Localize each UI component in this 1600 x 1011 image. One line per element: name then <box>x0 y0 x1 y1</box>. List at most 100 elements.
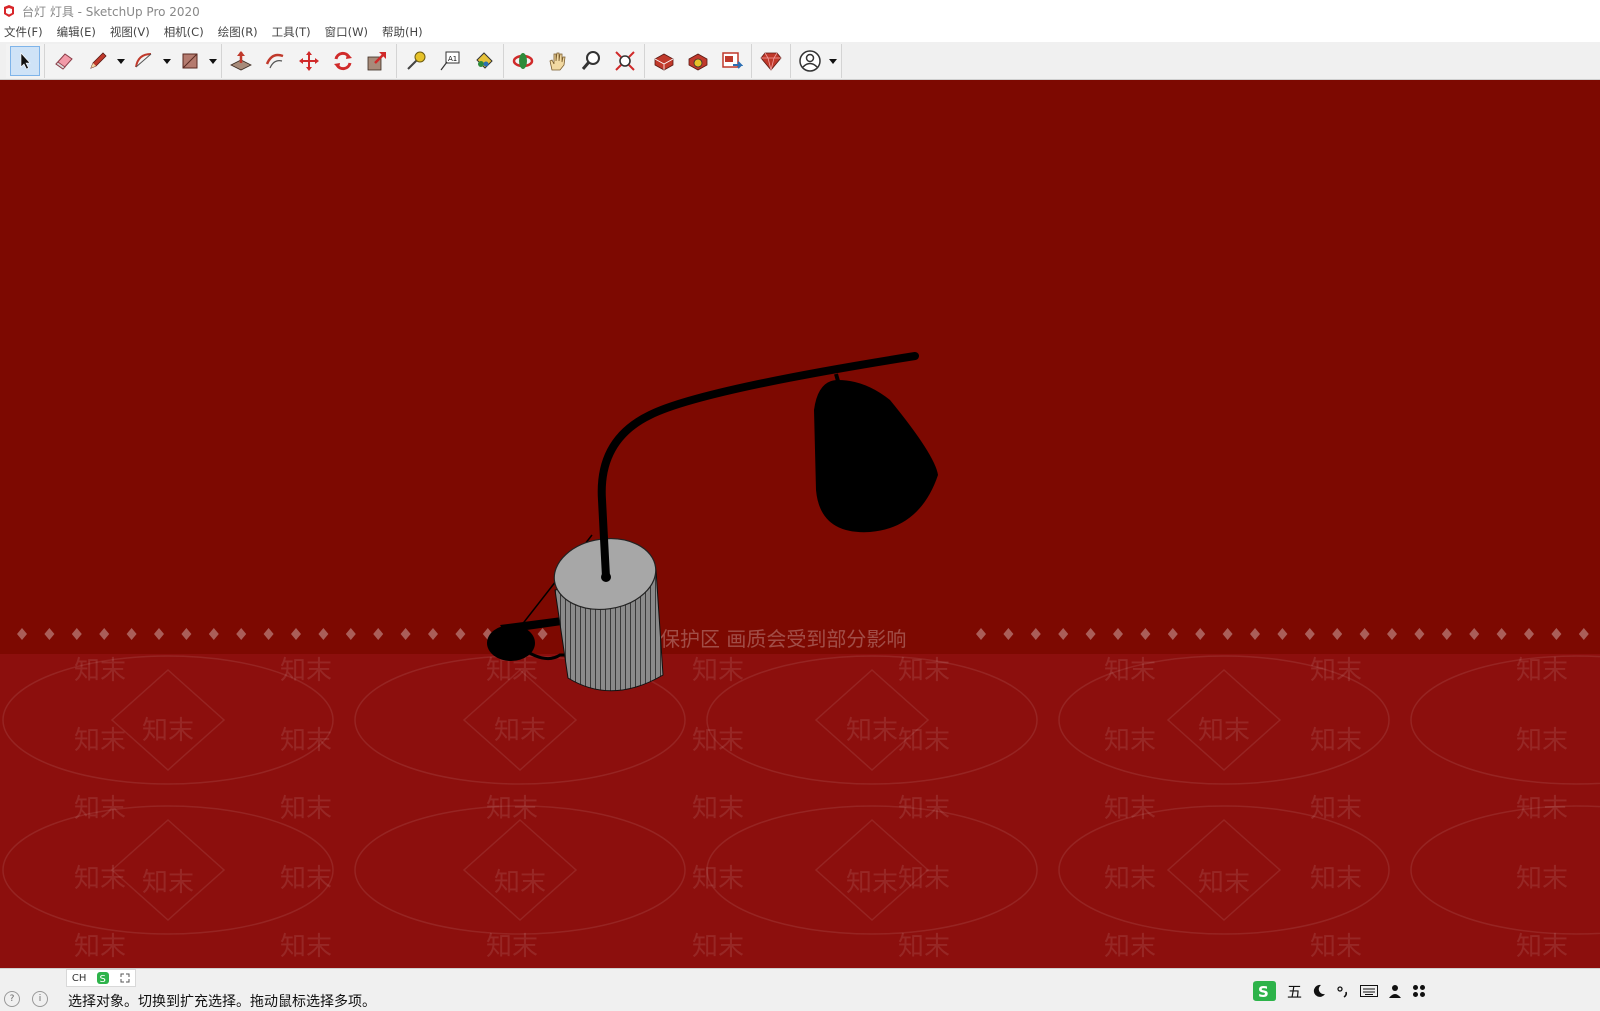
status-message: 选择对象。切换到扩充选择。拖动鼠标选择多项。 <box>68 994 376 1010</box>
layout-icon <box>722 51 743 69</box>
lamp-arm-joint <box>601 572 611 582</box>
push-pull-icon <box>230 50 252 70</box>
sketchup-window: 台灯 灯具 - SketchUp Pro 2020 文件(F) 编辑(E) 视图… <box>0 0 1600 1011</box>
status-bar: CH S ? i 选择对象。切换到扩充选择。拖动鼠标选择多项。 S 五 <box>0 968 1600 1011</box>
punctuation-icon[interactable] <box>1336 984 1350 998</box>
menu-bar: 文件(F) 编辑(E) 视图(V) 相机(C) 绘图(R) 工具(T) 窗口(W… <box>0 22 1600 42</box>
ruby-icon <box>760 52 782 71</box>
sogou-ime-icon: S <box>97 972 110 985</box>
scale-icon <box>367 51 386 70</box>
menu-window[interactable]: 窗口(W) <box>325 24 368 40</box>
keyboard-icon[interactable] <box>1360 985 1379 997</box>
sketchup-logo-icon <box>4 5 14 17</box>
toolbar-group-account <box>791 43 842 78</box>
ime-mode-label[interactable]: 五 <box>1287 981 1302 1002</box>
desk-lamp-model <box>487 352 938 692</box>
arc-dropdown-button[interactable] <box>161 46 173 76</box>
toolbar-group-ruby <box>752 43 791 78</box>
zoom-icon <box>581 50 600 70</box>
rotate-icon <box>334 51 352 70</box>
chevron-down-icon <box>163 58 171 64</box>
toolbar-group-modify <box>222 43 397 78</box>
rectangle-dropdown-button[interactable] <box>207 46 219 76</box>
extension-warehouse-icon <box>688 53 708 70</box>
rectangle-tool-button[interactable] <box>175 46 205 76</box>
toolbar-group-draw <box>45 43 222 78</box>
menu-camera[interactable]: 相机(C) <box>164 24 204 40</box>
arc-tool-button[interactable] <box>129 46 159 76</box>
offset-tool-button[interactable] <box>260 46 290 76</box>
menu-tools[interactable]: 工具(T) <box>272 24 311 40</box>
sogou-tray-button[interactable]: S <box>1251 980 1277 1002</box>
pencil-icon <box>90 51 107 69</box>
push-pull-tool-button[interactable] <box>226 46 256 76</box>
rotate-tool-button[interactable] <box>328 46 358 76</box>
menu-help[interactable]: 帮助(H) <box>382 24 423 40</box>
eraser-icon <box>55 52 73 70</box>
select-tool-button[interactable] <box>10 45 40 76</box>
zoom-tool-button[interactable] <box>576 46 606 76</box>
paint-bucket-icon <box>476 51 493 69</box>
rectangle-icon <box>182 53 198 68</box>
account-dropdown-button[interactable] <box>827 46 839 76</box>
status-icons: ? i <box>4 991 60 1007</box>
move-tool-button[interactable] <box>294 46 324 76</box>
select-icon <box>20 51 31 69</box>
expand-icon <box>120 973 130 983</box>
toolbar-group-camera <box>504 43 645 78</box>
menu-view[interactable]: 视图(V) <box>110 24 150 40</box>
menu-edit[interactable]: 编辑(E) <box>57 24 96 40</box>
svg-text:A1: A1 <box>448 55 457 63</box>
toolbar-group-construct: A1 <box>397 43 504 78</box>
chevron-down-icon <box>117 58 125 64</box>
arc-icon <box>135 52 152 67</box>
ime-language-label: CH <box>71 972 87 984</box>
pan-tool-button[interactable] <box>542 46 572 76</box>
lamp-switch <box>487 625 535 661</box>
text-tool-button[interactable]: A1 <box>435 46 465 76</box>
sogou-logo-icon: S <box>1253 981 1276 1001</box>
3d-warehouse-icon <box>654 53 674 70</box>
tape-measure-tool-button[interactable] <box>401 46 431 76</box>
zoom-extents-tool-button[interactable] <box>610 46 640 76</box>
moon-icon[interactable] <box>1312 984 1326 998</box>
credits-info-icon[interactable]: i <box>32 991 48 1007</box>
paint-bucket-tool-button[interactable] <box>469 46 499 76</box>
toolbar-group-select <box>6 43 45 78</box>
chevron-down-icon <box>209 58 217 64</box>
chevron-down-icon <box>829 58 837 64</box>
svg-text:S: S <box>1258 983 1269 1001</box>
zoom-extents-icon <box>615 50 635 71</box>
ime-tray: S 五 <box>1246 971 1431 1011</box>
account-icon <box>799 49 821 72</box>
apps-grid-icon[interactable] <box>1412 984 1426 998</box>
text-icon: A1 <box>440 51 460 70</box>
layout-button[interactable] <box>717 46 747 76</box>
tape-measure-icon <box>407 51 426 70</box>
extension-warehouse-button[interactable] <box>683 46 713 76</box>
pencil-dropdown-button[interactable] <box>115 46 127 76</box>
scale-tool-button[interactable] <box>362 46 392 76</box>
menu-file[interactable]: 文件(F) <box>4 24 43 40</box>
pan-icon <box>549 52 566 70</box>
title-bar: 台灯 灯具 - SketchUp Pro 2020 <box>0 0 1600 22</box>
main-toolbar: A1 <box>0 42 1600 80</box>
ime-mini-toolbar[interactable]: CH S <box>66 969 136 987</box>
move-icon <box>299 50 319 71</box>
geo-location-icon[interactable]: ? <box>4 991 20 1007</box>
eraser-tool-button[interactable] <box>49 46 79 76</box>
account-button[interactable] <box>795 46 825 76</box>
svg-text:S: S <box>100 974 106 985</box>
toolbar-group-warehouse <box>645 43 752 78</box>
menu-draw[interactable]: 绘图(R) <box>218 24 258 40</box>
modeling-viewport[interactable]: 知末 知末 知末 知末 知末 知末 知末 知末 知末 知末 知末 知末 知末 知… <box>0 80 1600 968</box>
orbit-icon <box>512 52 534 69</box>
ruby-console-button[interactable] <box>756 46 786 76</box>
orbit-tool-button[interactable] <box>508 46 538 76</box>
pencil-tool-button[interactable] <box>83 46 113 76</box>
offset-icon <box>265 53 284 68</box>
window-title: 台灯 灯具 - SketchUp Pro 2020 <box>22 4 200 19</box>
3d-warehouse-button[interactable] <box>649 46 679 76</box>
user-icon[interactable] <box>1388 984 1402 998</box>
lamp-shade <box>814 380 938 533</box>
